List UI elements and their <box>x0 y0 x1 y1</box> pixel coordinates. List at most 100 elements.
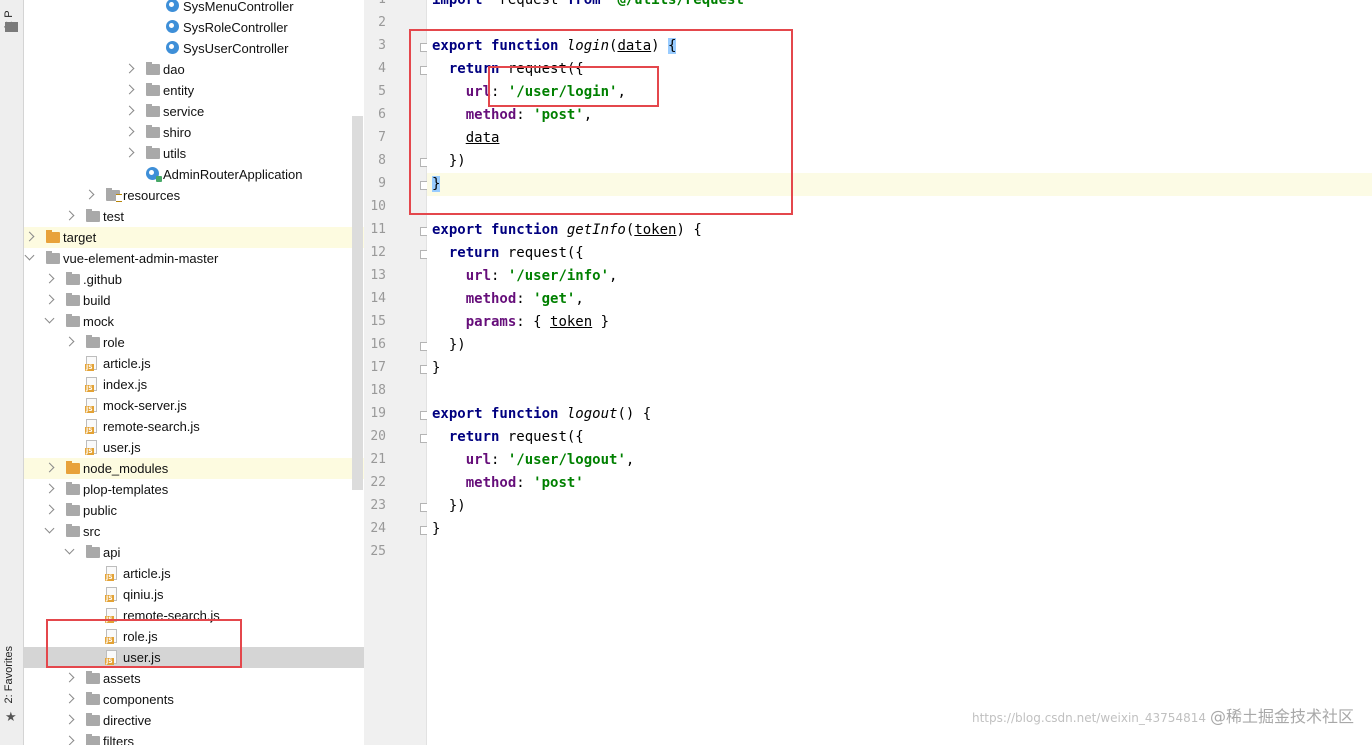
chevron-right-icon[interactable] <box>64 735 75 745</box>
tree-item-label: mock <box>83 314 115 329</box>
tree-item[interactable]: assets <box>24 668 364 689</box>
tree-item-label: plop-templates <box>83 482 169 497</box>
chevron-right-icon[interactable] <box>44 294 55 305</box>
code-token: from <box>566 0 601 8</box>
code-line[interactable]: return request({ <box>432 426 584 449</box>
line-number: 25 <box>370 544 386 559</box>
chevron-right-icon[interactable] <box>124 63 135 74</box>
code-line[interactable]: url: '/user/info', <box>432 265 618 288</box>
chevron-right-icon[interactable] <box>44 504 55 515</box>
code-line[interactable]: params: { token } <box>432 311 609 334</box>
tree-item-label: SysRoleController <box>183 20 288 35</box>
line-number: 20 <box>370 429 386 444</box>
folder-icon <box>146 104 160 117</box>
tree-item[interactable]: service <box>24 101 364 122</box>
chevron-right-icon[interactable] <box>44 483 55 494</box>
tree-item[interactable]: vue-element-admin-master <box>24 248 364 269</box>
tree-item[interactable]: SysRoleController <box>24 17 364 38</box>
code-token: return <box>448 245 508 261</box>
chevron-down-icon[interactable] <box>44 523 55 534</box>
tree-item[interactable]: article.js <box>24 563 364 584</box>
tree-item[interactable]: api <box>24 542 364 563</box>
line-number: 7 <box>378 130 386 145</box>
line-number: 18 <box>370 383 386 398</box>
project-folder-icon[interactable] <box>5 22 18 32</box>
folder-icon <box>66 503 80 516</box>
tree-item[interactable]: remote-search.js <box>24 416 364 437</box>
chevron-right-icon[interactable] <box>64 336 75 347</box>
tree-item[interactable]: test <box>24 206 364 227</box>
tree-item-label: qiniu.js <box>123 587 164 602</box>
tree-item[interactable]: utils <box>24 143 364 164</box>
tree-item[interactable]: shiro <box>24 122 364 143</box>
code-line[interactable]: method: 'post' <box>432 472 584 495</box>
chevron-right-icon[interactable] <box>124 126 135 137</box>
tree-item[interactable]: resources <box>24 185 364 206</box>
tree-item-label: SysMenuController <box>183 0 294 14</box>
code-line[interactable]: return request({ <box>432 242 584 265</box>
tree-item[interactable]: dao <box>24 59 364 80</box>
tree-item[interactable]: directive <box>24 710 364 731</box>
tree-item[interactable]: components <box>24 689 364 710</box>
code-line[interactable]: } <box>432 357 440 380</box>
chevron-right-icon[interactable] <box>124 84 135 95</box>
tree-item[interactable]: .github <box>24 269 364 290</box>
tree-item[interactable]: mock <box>24 311 364 332</box>
chevron-right-icon[interactable] <box>64 210 75 221</box>
code-line[interactable]: }) <box>432 334 466 357</box>
chevron-right-icon[interactable] <box>124 105 135 116</box>
tree-item-label: filters <box>103 734 135 745</box>
code-line[interactable]: } <box>432 518 440 541</box>
tree-item[interactable]: SysMenuController <box>24 0 364 17</box>
code-line[interactable]: }) <box>432 495 466 518</box>
resources-folder-icon <box>106 188 122 202</box>
tree-item[interactable]: qiniu.js <box>24 584 364 605</box>
tree-item[interactable]: SysUserController <box>24 38 364 59</box>
code-token: }) <box>432 337 466 353</box>
chevron-right-icon[interactable] <box>64 672 75 683</box>
line-number: 8 <box>378 153 386 168</box>
js-file-icon <box>85 377 97 392</box>
tree-item-label: article.js <box>103 356 151 371</box>
star-icon[interactable]: ★ <box>5 710 17 725</box>
code-line[interactable]: export function getInfo(token) { <box>432 219 702 242</box>
annotation-box-user-js <box>46 619 242 668</box>
tree-item[interactable]: src <box>24 521 364 542</box>
tree-item[interactable]: plop-templates <box>24 479 364 500</box>
code-line[interactable]: url: '/user/logout', <box>432 449 635 472</box>
chevron-right-icon[interactable] <box>44 273 55 284</box>
tree-item[interactable]: node_modules <box>24 458 364 479</box>
js-file-icon <box>85 419 97 434</box>
line-number: 9 <box>378 176 386 191</box>
favorites-tool-tab[interactable]: 2: Favorites <box>3 646 15 703</box>
line-number: 4 <box>378 61 386 76</box>
tree-item-label: vue-element-admin-master <box>63 251 219 266</box>
chevron-right-icon[interactable] <box>84 189 95 200</box>
tree-item[interactable]: index.js <box>24 374 364 395</box>
tree-item[interactable]: role <box>24 332 364 353</box>
tree-item[interactable]: target <box>24 227 364 248</box>
tree-item[interactable]: user.js <box>24 437 364 458</box>
tree-item[interactable]: filters <box>24 731 364 745</box>
folder-icon <box>86 671 100 684</box>
tree-item-label: article.js <box>123 566 171 581</box>
chevron-right-icon[interactable] <box>24 231 35 242</box>
tree-item[interactable]: build <box>24 290 364 311</box>
tree-item[interactable]: article.js <box>24 353 364 374</box>
chevron-right-icon[interactable] <box>64 693 75 704</box>
chevron-down-icon[interactable] <box>44 313 55 324</box>
chevron-right-icon[interactable] <box>44 462 55 473</box>
tree-item[interactable]: mock-server.js <box>24 395 364 416</box>
tree-item[interactable]: entity <box>24 80 364 101</box>
chevron-right-icon[interactable] <box>124 147 135 158</box>
chevron-right-icon[interactable] <box>64 714 75 725</box>
chevron-down-icon[interactable] <box>24 250 35 261</box>
code-line[interactable]: method: 'get', <box>432 288 584 311</box>
code-line[interactable]: export function logout() { <box>432 403 651 426</box>
tree-item[interactable]: public <box>24 500 364 521</box>
chevron-down-icon[interactable] <box>64 544 75 555</box>
tree-item[interactable]: AdminRouterApplication <box>24 164 364 185</box>
code-line[interactable]: import request from '@/utils/request' <box>432 0 752 12</box>
